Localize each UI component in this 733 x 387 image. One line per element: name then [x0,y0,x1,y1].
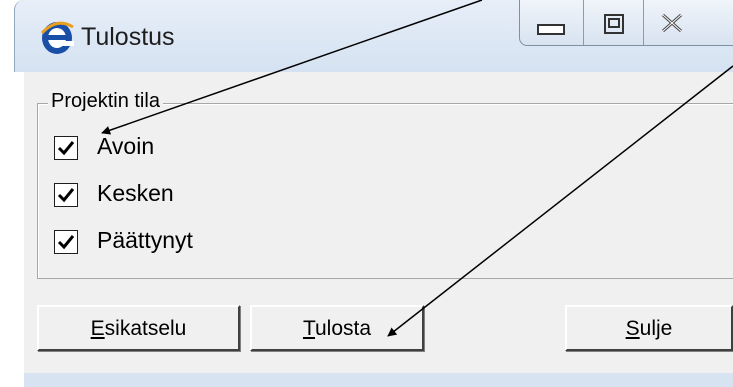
accelerator-key: S [625,317,640,340]
checkbox-label: Päättynyt [97,227,193,253]
checkbox-box[interactable] [54,183,78,207]
accelerator-key: T [302,317,315,340]
preview-button[interactable]: Esikatselu [37,305,240,351]
close-button[interactable]: Sulje [565,305,733,351]
button-label: sikatselu [104,317,187,340]
minimize-icon [537,24,565,35]
print-dialog-window: Tulostus Projektin tila Avoin Kesken Pää… [0,0,733,387]
checkbox-box[interactable] [54,230,78,254]
ie-e-icon [40,21,74,54]
button-label: ulje [639,317,673,340]
group-legend: Projektin tila [48,90,163,113]
close-window-button[interactable] [643,0,733,45]
checkmark-icon [57,235,75,250]
checkbox-label: Kesken [97,180,174,206]
window-bottom-border [24,373,733,387]
checkbox-box[interactable] [54,136,78,160]
checkmark-icon [57,141,75,156]
button-label: ulosta [315,317,372,340]
close-icon [662,13,682,33]
window-title: Tulostus [81,23,175,51]
maximize-icon [604,14,624,34]
print-button[interactable]: Tulosta [250,305,424,351]
checkbox-label: Avoin [97,133,155,159]
minimize-button[interactable] [520,0,584,45]
checkmark-icon [57,188,75,203]
maximize-button[interactable] [583,0,644,45]
window-controls [519,0,733,46]
accelerator-key: E [90,317,105,340]
